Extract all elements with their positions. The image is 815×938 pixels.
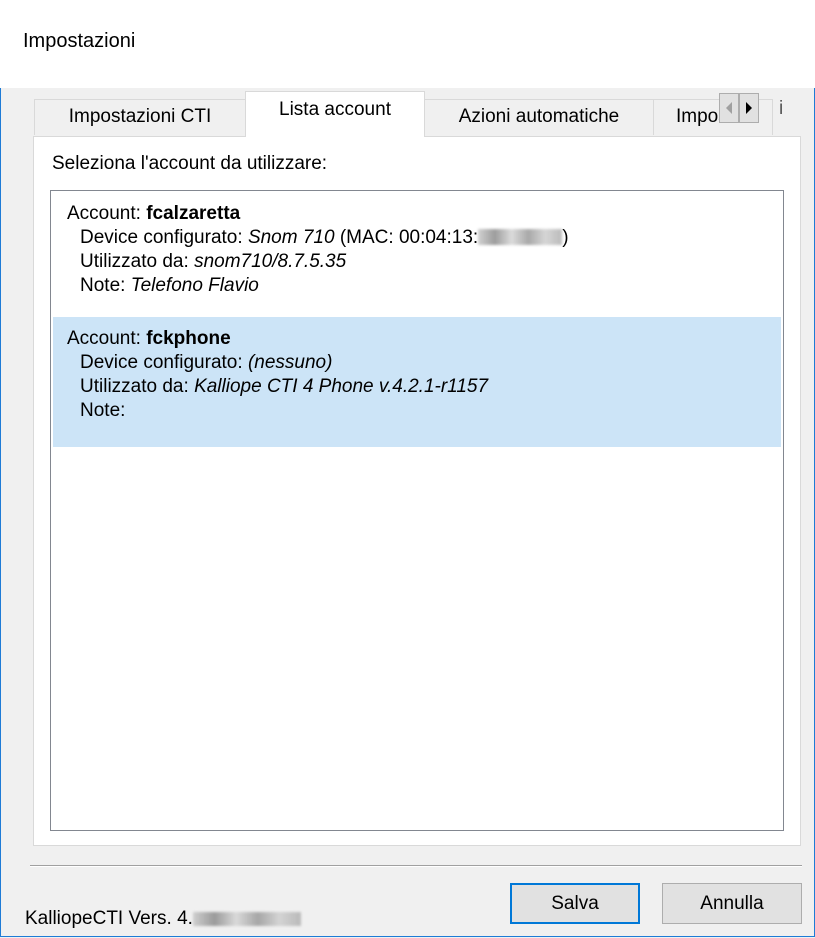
account-prefix: Account:	[67, 203, 141, 224]
used-value: snom710/8.7.5.35	[194, 251, 347, 272]
version-prefix: KalliopeCTI Vers. 4.	[25, 908, 193, 929]
tab-scroll-right-button[interactable]	[739, 93, 759, 123]
tab-azioni-automatiche[interactable]: Azioni automatiche	[424, 99, 654, 135]
used-prefix: Utilizzato da:	[80, 376, 189, 397]
footer-separator	[30, 865, 802, 867]
note-line: Note: Telefono Flavio	[67, 274, 781, 298]
chevron-left-icon	[726, 102, 732, 114]
device-value: (nessuno)	[247, 352, 333, 373]
tab-lista-account[interactable]: Lista account	[245, 91, 425, 137]
cancel-button[interactable]: Annulla	[662, 883, 802, 924]
window-title: Impostazioni	[23, 30, 136, 52]
device-prefix: Device configurato:	[80, 227, 243, 248]
account-line: Account: fckphone	[67, 327, 781, 351]
used-by-line: Utilizzato da: Kalliope CTI 4 Phone v.4.…	[67, 375, 781, 399]
note-line: Note:	[67, 399, 781, 423]
account-prefix: Account:	[67, 328, 141, 349]
note-prefix: Note:	[80, 275, 126, 296]
tab-impostazioni-cti[interactable]: Impostazioni CTI	[34, 99, 246, 135]
account-name: fckphone	[146, 328, 231, 349]
account-select-label: Seleziona l'account da utilizzare:	[52, 153, 328, 174]
used-value: Kalliope CTI 4 Phone v.4.2.1-r1157	[194, 376, 489, 397]
used-by-line: Utilizzato da: snom710/8.7.5.35	[67, 250, 781, 274]
tab-strip: Impostazioni CTI Lista account Azioni au…	[34, 91, 814, 137]
mac-suffix: )	[562, 227, 569, 248]
redacted-mac	[478, 229, 563, 245]
mac-prefix: (MAC: 00:04:13:	[334, 227, 479, 248]
account-list-item-selected[interactable]: Account: fckphone Device configurato: (n…	[53, 317, 781, 447]
tab-overflow-text: i	[779, 98, 784, 119]
tab-scroll-left-button[interactable]	[719, 93, 739, 123]
save-button[interactable]: Salva	[510, 883, 640, 924]
chevron-right-icon	[746, 102, 752, 114]
device-prefix: Device configurato:	[80, 352, 243, 373]
device-line: Device configurato: Snom 710 (MAC: 00:04…	[67, 226, 781, 250]
title-bar: Impostazioni	[0, 0, 815, 88]
redacted-version	[192, 912, 301, 926]
account-list-item[interactable]: Account: fcalzaretta Device configurato:…	[53, 193, 781, 315]
device-line: Device configurato: (nessuno)	[67, 351, 781, 375]
account-list[interactable]: Account: fcalzaretta Device configurato:…	[50, 190, 784, 831]
note-value: Telefono Flavio	[130, 275, 259, 296]
tab-scroll-buttons	[719, 93, 759, 123]
version-text: KalliopeCTI Vers. 4.	[25, 908, 301, 930]
account-name: fcalzaretta	[146, 203, 241, 224]
device-value: Snom 710	[247, 227, 335, 248]
used-prefix: Utilizzato da:	[80, 251, 189, 272]
note-prefix: Note:	[80, 400, 126, 421]
account-line: Account: fcalzaretta	[67, 202, 781, 226]
